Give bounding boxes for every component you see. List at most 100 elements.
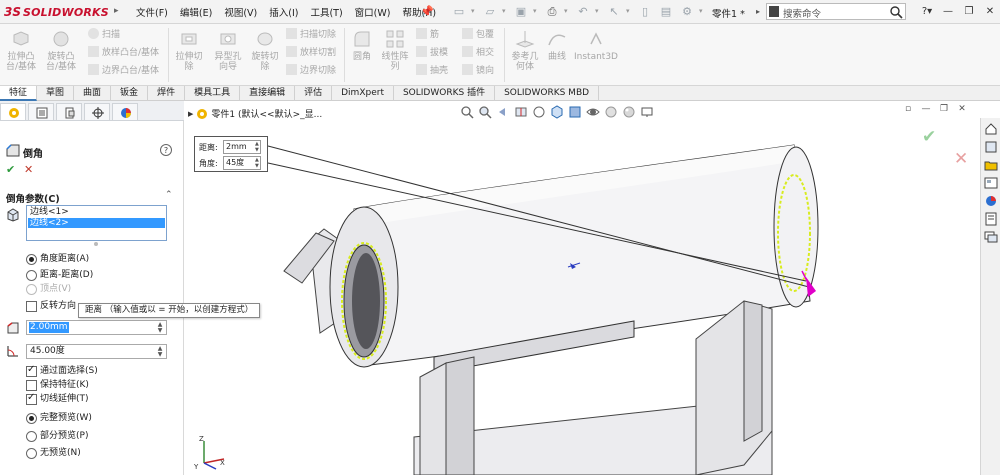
tab-sketch[interactable]: 草图: [37, 86, 75, 101]
select-dropdown-icon[interactable]: ▾: [626, 3, 633, 20]
menu-expand-icon[interactable]: ▸: [114, 6, 119, 16]
linear-pattern-button[interactable]: 线性阵 列: [378, 28, 412, 72]
list-item[interactable]: 边线<2>: [28, 218, 165, 228]
search-icon[interactable]: [889, 5, 903, 19]
angle-input[interactable]: 45.00度 ▲ ▼: [26, 344, 167, 359]
zoom-area-icon[interactable]: [478, 105, 492, 119]
viewport-close-icon[interactable]: ✕: [956, 103, 968, 115]
select-through-faces-checkbox[interactable]: 通过面选择(S): [26, 364, 98, 377]
extrude-boss-button[interactable]: 拉伸凸 台/基体: [4, 28, 38, 72]
undo-icon[interactable]: ↶: [574, 3, 592, 20]
options-dropdown-icon[interactable]: ▾: [699, 3, 706, 20]
section-view-icon[interactable]: [514, 105, 528, 119]
tab-dimxpert-manager[interactable]: [84, 103, 110, 120]
menu-insert[interactable]: 插入(I): [263, 5, 304, 19]
list-item[interactable]: 边线<1>: [28, 207, 165, 217]
extrude-cut-button[interactable]: 拉伸切 除: [172, 28, 206, 72]
file-explorer-icon[interactable]: [984, 158, 998, 172]
confirm-corner-ok-icon[interactable]: ✔: [922, 127, 936, 147]
select-icon[interactable]: ↖: [605, 3, 623, 20]
rebuild-icon[interactable]: ▯: [636, 3, 654, 20]
rib-button[interactable]: 筋: [416, 28, 439, 42]
view-orientation-icon[interactable]: [550, 105, 564, 119]
chamfer-parameters-header[interactable]: 倒角参数(C): [6, 191, 60, 205]
keep-features-checkbox[interactable]: 保持特征(K): [26, 379, 89, 391]
no-preview-radio[interactable]: 无预览(N): [26, 447, 81, 459]
menu-tools[interactable]: 工具(T): [304, 5, 348, 19]
solidworks-logo[interactable]: 3S SOLIDWORKS: [4, 3, 109, 21]
reference-geometry-button[interactable]: 参考几 何体: [508, 28, 542, 72]
curves-button[interactable]: 曲线: [544, 28, 570, 62]
tree-expand-icon[interactable]: ▶: [188, 110, 193, 118]
resources-home-icon[interactable]: [984, 122, 998, 136]
search-commands-box[interactable]: 搜索命令: [766, 3, 906, 20]
viewport-restore-icon[interactable]: ❐: [938, 103, 950, 115]
design-library-icon[interactable]: [984, 140, 998, 154]
revolve-boss-button[interactable]: 旋转凸 台/基体: [44, 28, 78, 72]
tab-evaluate[interactable]: 评估: [295, 86, 333, 101]
intersect-button[interactable]: 相交: [462, 46, 494, 60]
shell-button[interactable]: 抽壳: [416, 64, 448, 78]
tab-features[interactable]: 特征: [0, 86, 38, 101]
vertex-radio[interactable]: 顶点(V): [26, 283, 71, 295]
distance-input[interactable]: 2.00mm ▲ ▼: [26, 320, 167, 335]
partial-preview-radio[interactable]: 部分预览(P): [26, 430, 88, 442]
custom-properties-icon[interactable]: [984, 212, 998, 226]
undo-dropdown-icon[interactable]: ▾: [595, 3, 602, 20]
distance-distance-radio[interactable]: 距离-距离(D): [26, 269, 93, 281]
help-icon[interactable]: ?: [160, 144, 172, 156]
swept-cut-button[interactable]: 扫描切除: [286, 28, 336, 42]
help-dropdown-icon[interactable]: ?▾: [918, 3, 936, 20]
tab-mold-tools[interactable]: 模具工具: [185, 86, 241, 101]
tab-property-manager[interactable]: [28, 103, 54, 120]
display-style-icon[interactable]: [568, 105, 582, 119]
options-gear-icon[interactable]: ⚙: [678, 3, 696, 20]
restore-icon[interactable]: ❐: [960, 3, 978, 20]
new-icon[interactable]: ▭: [450, 3, 468, 20]
feature-tree-flyout[interactable]: ▶ 零件1 (默认<<默认>_显...: [188, 107, 322, 120]
print-icon[interactable]: ⎙: [543, 3, 561, 20]
open-icon[interactable]: ▱: [481, 3, 499, 20]
menu-edit[interactable]: 编辑(E): [174, 5, 218, 19]
tab-configuration-manager[interactable]: [56, 103, 82, 120]
ok-button[interactable]: ✔: [6, 163, 15, 176]
tab-display-manager[interactable]: [112, 103, 138, 120]
minimize-icon[interactable]: —: [939, 3, 957, 20]
distance-value[interactable]: 2.00mm: [29, 322, 69, 333]
wrap-button[interactable]: 包覆: [462, 28, 494, 42]
dynamic-annotation-icon[interactable]: [532, 105, 546, 119]
print-dropdown-icon[interactable]: ▾: [564, 3, 571, 20]
search-expand-icon[interactable]: ▸: [756, 4, 766, 19]
previous-view-icon[interactable]: [496, 105, 510, 119]
revolve-cut-button[interactable]: 旋转切 除: [248, 28, 282, 72]
view-palette-icon[interactable]: [984, 176, 998, 190]
tangent-propagation-checkbox[interactable]: 切线延伸(T): [26, 392, 89, 405]
callout-distance-spinner-icon[interactable]: ▲ ▼: [255, 141, 260, 153]
lofted-cut-button[interactable]: 放样切割: [286, 46, 336, 60]
menu-file[interactable]: 文件(F): [130, 5, 174, 19]
sweep-button[interactable]: 扫描: [88, 28, 120, 42]
angle-distance-radio[interactable]: 角度距离(A): [26, 253, 89, 265]
file-properties-icon[interactable]: ▤: [657, 3, 675, 20]
collapse-chevron-icon[interactable]: ⌃: [165, 190, 173, 200]
viewport-minimize-icon[interactable]: —: [920, 103, 932, 115]
zoom-to-fit-icon[interactable]: [460, 105, 474, 119]
tab-weldments[interactable]: 焊件: [148, 86, 186, 101]
tab-feature-manager[interactable]: [0, 103, 26, 120]
apply-scene-icon[interactable]: [622, 105, 636, 119]
full-preview-radio[interactable]: 完整预览(W): [26, 412, 92, 424]
reverse-direction-checkbox[interactable]: 反转方向: [26, 300, 76, 312]
tab-solidworks-mbd[interactable]: SOLIDWORKS MBD: [495, 86, 600, 101]
pin-icon[interactable]: 📌: [420, 5, 434, 18]
view-settings-icon[interactable]: [640, 105, 654, 119]
tab-solidworks-addins[interactable]: SOLIDWORKS 插件: [394, 86, 496, 101]
mirror-button[interactable]: 镜向: [462, 64, 494, 78]
close-icon[interactable]: ✕: [981, 3, 999, 20]
cylinder-part-model[interactable]: [184, 101, 980, 475]
confirm-corner-cancel-icon[interactable]: ✕: [954, 149, 968, 169]
tab-surfaces[interactable]: 曲面: [74, 86, 112, 101]
distance-spinner-icon[interactable]: ▲ ▼: [155, 322, 165, 334]
appearances-icon[interactable]: [984, 194, 998, 208]
angle-spinner-icon[interactable]: ▲ ▼: [155, 346, 165, 358]
tab-direct-editing[interactable]: 直接编辑: [240, 86, 296, 101]
